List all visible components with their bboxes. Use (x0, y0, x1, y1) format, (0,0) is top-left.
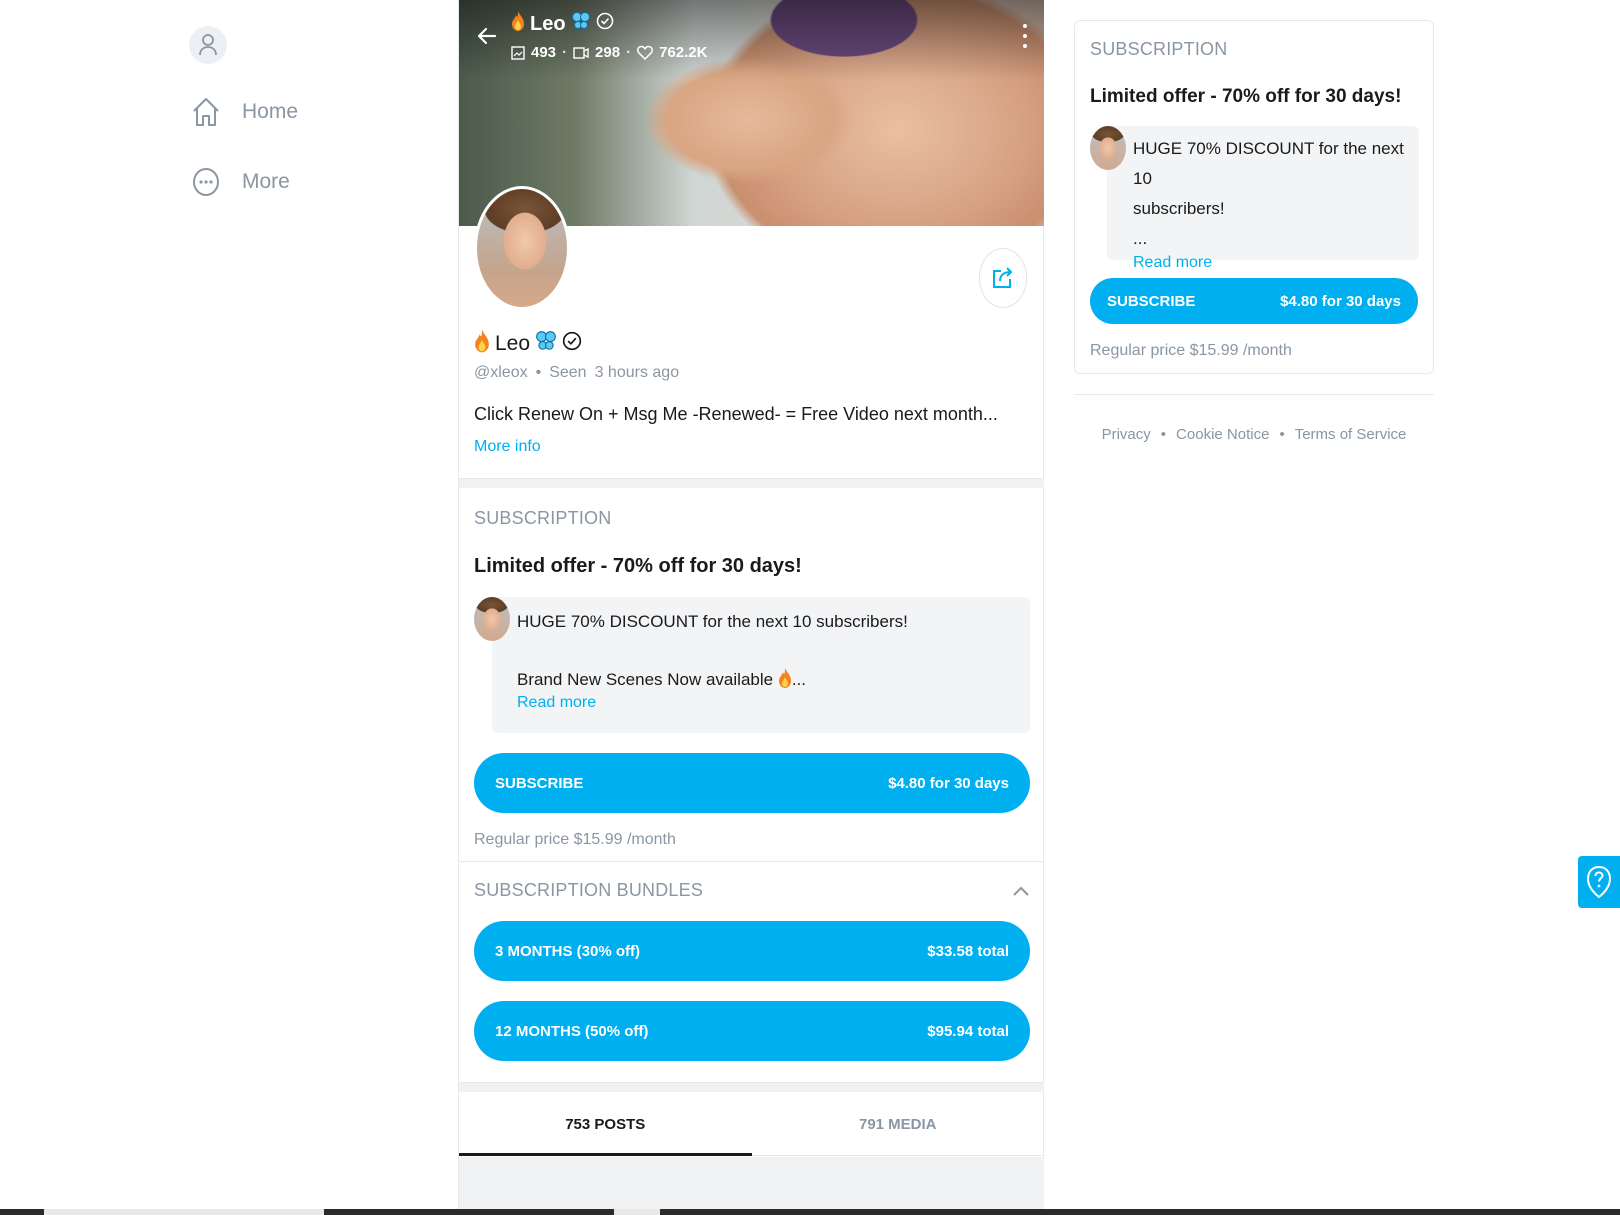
offer-title: Limited offer - 70% off for 30 days! (1090, 86, 1402, 107)
regular-price: Regular price $15.99 /month (1090, 342, 1292, 359)
kebab-menu-icon[interactable] (1022, 24, 1028, 48)
sidebar-divider (1074, 394, 1434, 395)
nav-item-more[interactable]: More (188, 164, 408, 200)
image-icon (511, 45, 525, 60)
share-button[interactable] (979, 248, 1027, 308)
tab-posts[interactable]: 753 POSTS (459, 1094, 752, 1156)
promo-avatar (474, 597, 510, 641)
promo-ellipsis: ... (1133, 229, 1148, 248)
promo-line-2: Brand New Scenes Now available ... (517, 665, 1030, 694)
content-tabs: 753 POSTS 791 MEDIA (459, 1094, 1044, 1156)
page: Home More Leo 493 · 298 · 762.2K Leo @xl… (0, 0, 1620, 1215)
subscribe-button[interactable]: SUBSCRIBE $4.80 for 30 days (474, 753, 1030, 813)
verified-icon (562, 331, 582, 357)
cookie-notice-link[interactable]: Cookie Notice (1176, 426, 1269, 443)
taskbar-strip (0, 1209, 1620, 1215)
butterfly-icon (571, 11, 591, 37)
feed-area (459, 1157, 1044, 1215)
profile-avatar[interactable] (474, 186, 570, 310)
section-divider (459, 1082, 1044, 1092)
nav-item-home[interactable]: Home (188, 94, 408, 130)
privacy-link[interactable]: Privacy (1102, 426, 1151, 443)
subscription-label: SUBSCRIPTION (474, 508, 612, 528)
profile-column: Leo 493 · 298 · 762.2K Leo @xleox • Seen… (458, 0, 1044, 1215)
side-nav: Home More (188, 26, 408, 200)
offer-title: Limited offer - 70% off for 30 days! (474, 555, 802, 577)
seen-label: Seen (549, 364, 587, 381)
help-button[interactable] (1578, 856, 1620, 908)
bundle-button-3-months[interactable]: 3 MONTHS (30% off) $33.58 total (474, 921, 1030, 981)
promo-line-1: HUGE 70% DISCOUNT for the next 10 subscr… (517, 612, 908, 631)
more-info-link[interactable]: More info (474, 438, 541, 456)
promo-message: HUGE 70% DISCOUNT for the next 10 subscr… (1090, 126, 1419, 271)
promo-line-1: HUGE 70% DISCOUNT for the next 10 (1133, 139, 1404, 188)
bundle-button-12-months[interactable]: 12 MONTHS (50% off) $95.94 total (474, 1001, 1030, 1061)
section-divider (459, 478, 1044, 488)
subscription-bundles: SUBSCRIPTION BUNDLES 3 MONTHS (30% off) … (474, 880, 1030, 1061)
promo-line-2: subscribers! (1133, 199, 1225, 218)
subscription-label: SUBSCRIPTION (1090, 39, 1228, 59)
read-more-link[interactable]: Read more (517, 694, 1030, 712)
butterfly-icon (535, 330, 557, 358)
terms-link[interactable]: Terms of Service (1295, 426, 1407, 443)
share-icon (993, 267, 1012, 288)
more-icon (188, 164, 224, 200)
read-more-link[interactable]: Read more (1133, 254, 1419, 272)
user-avatar[interactable] (189, 26, 227, 64)
cover-stats: 493 · 298 · 762.2K (511, 44, 707, 61)
handle-row: @xleox • Seen 3 hours ago (474, 364, 680, 381)
home-icon (188, 94, 224, 130)
username: @xleox (474, 364, 528, 381)
profile-bio: Click Renew On + Msg Me -Renewed- = Free… (474, 404, 998, 424)
fire-icon (511, 10, 525, 38)
cover-header: Leo 493 · 298 · 762.2K (475, 10, 707, 61)
video-icon (573, 46, 589, 59)
likes-count: 762.2K (659, 44, 708, 61)
subscribe-button[interactable]: SUBSCRIBE $4.80 for 30 days (1090, 278, 1418, 324)
nav-item-label: Home (242, 100, 299, 123)
bundles-header[interactable]: SUBSCRIPTION BUNDLES (474, 880, 1030, 901)
profile-name: Leo (474, 328, 582, 360)
images-count: 493 (531, 44, 557, 61)
verified-icon (596, 12, 614, 36)
promo-avatar (1090, 126, 1126, 170)
fire-icon (778, 668, 791, 688)
sidebar-subscription-card: SUBSCRIPTION Limited offer - 70% off for… (1074, 20, 1434, 374)
user-icon (199, 34, 217, 56)
section-divider (459, 861, 1044, 862)
footer-links: Privacy • Cookie Notice • Terms of Servi… (1101, 426, 1407, 443)
regular-price: Regular price $15.99 /month (474, 831, 676, 848)
bundles-label: SUBSCRIPTION BUNDLES (474, 880, 704, 900)
tab-media[interactable]: 791 MEDIA (752, 1094, 1045, 1155)
seen-time: 3 hours ago (594, 364, 680, 381)
promo-message: HUGE 70% DISCOUNT for the next 10 subscr… (474, 597, 1030, 733)
cover-name: Leo (511, 10, 707, 38)
fire-icon (474, 328, 490, 360)
cover-image: Leo 493 · 298 · 762.2K (459, 0, 1044, 226)
nav-item-label: More (242, 170, 290, 193)
help-icon (1586, 865, 1612, 899)
subscription-section: SUBSCRIPTION Limited offer - 70% off for… (474, 508, 1030, 849)
heart-icon (637, 45, 654, 60)
back-arrow-icon[interactable] (475, 24, 499, 48)
chevron-up-icon[interactable] (1012, 885, 1030, 897)
videos-count: 298 (595, 44, 621, 61)
